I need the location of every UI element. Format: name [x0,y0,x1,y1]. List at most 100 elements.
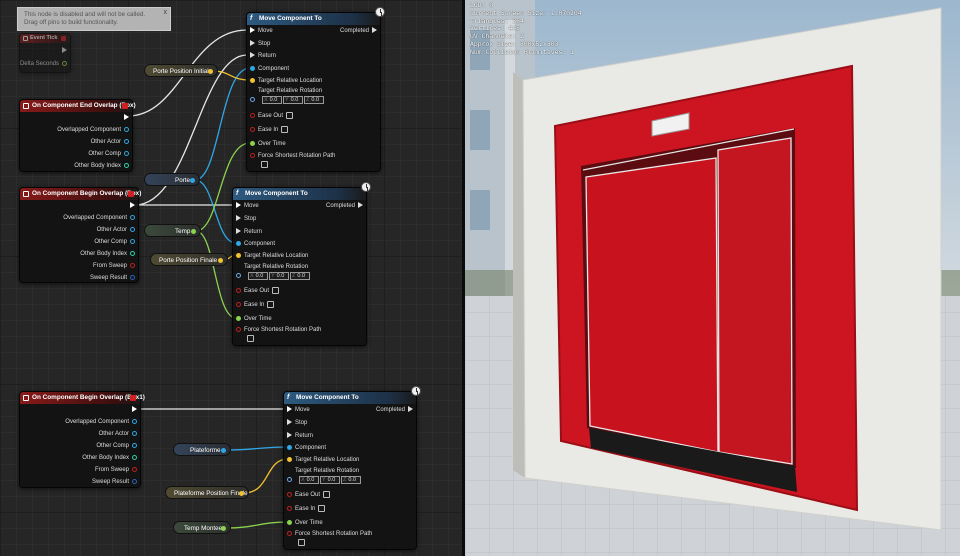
ease-in-pin[interactable]: Ease In [247,126,289,134]
completed-exec-pin[interactable]: Completed [376,406,416,414]
porte-position-finale-getter[interactable]: Porte Position Finale [150,253,228,266]
rotation-z-input[interactable]: Z 0.0 [304,96,324,104]
force-shortest-pin[interactable]: Force Shortest Rotation Path [284,530,372,538]
target-location-pin[interactable]: Target Relative Location [233,252,308,260]
other-actor-pin[interactable]: Other Actor [91,138,132,146]
blueprint-graph[interactable]: This node is disabled and will not be ca… [0,0,462,556]
other-body-index-pin[interactable]: Other Body Index [80,250,138,258]
move-exec-pin[interactable]: Move [233,202,259,210]
on-component-begin-overlap-node[interactable]: On Component Begin Overlap (Box) Overlap… [19,187,141,283]
completed-exec-pin[interactable]: Completed [340,27,380,35]
object-pin-icon[interactable] [190,178,195,183]
target-location-pin[interactable]: Target Relative Location [247,77,322,85]
target-rotation-pin[interactable] [284,476,295,484]
other-body-index-pin[interactable]: Other Body Index [82,454,140,462]
plateforme-position-finale-getter[interactable]: Plateforme Position Finale [165,486,249,499]
target-rotation-pin[interactable] [247,96,258,104]
temp-getter[interactable]: Temp [144,224,201,237]
force-shortest-checkbox[interactable] [247,335,254,342]
float-pin-icon[interactable] [221,526,226,531]
other-actor-pin[interactable]: Other Actor [99,430,140,438]
on-component-begin-overlap-box1-node[interactable]: On Component Begin Overlap (Box1) Overla… [19,391,145,488]
ease-out-checkbox[interactable] [323,491,331,498]
vector-pin-icon[interactable] [239,491,244,496]
ease-out-pin[interactable]: Ease Out [233,287,280,295]
overlapped-component-pin[interactable]: Overlapped Component [57,126,132,134]
axis-value: 0.0 [269,97,278,103]
sweep-result-pin[interactable]: Sweep Result [92,478,140,486]
return-exec-pin[interactable]: Return [233,228,262,236]
delta-seconds-pin[interactable]: Delta Seconds [20,60,70,68]
target-rotation-pin[interactable] [233,272,244,280]
move-component-to-node-2[interactable]: f Move Component To Move Completed Stop … [232,187,367,346]
other-comp-pin[interactable]: Other Comp [94,238,138,246]
component-pin[interactable]: Component [233,240,275,248]
rotation-x-input[interactable]: X 0.0 [299,476,319,484]
object-wire [194,179,237,244]
move-component-to-node-1[interactable]: f Move Component To Move Completed Stop … [246,12,381,172]
rotation-y-input[interactable]: Y 0.0 [269,272,289,280]
over-time-pin[interactable]: Over Time [284,519,323,527]
over-time-pin[interactable]: Over Time [247,140,286,148]
vector-pin-icon[interactable] [218,258,223,263]
overlapped-component-pin[interactable]: Overlapped Component [63,214,138,222]
rotation-y-input[interactable]: Y 0.0 [283,96,303,104]
over-time-pin[interactable]: Over Time [233,315,272,323]
from-sweep-pin[interactable]: From Sweep [95,466,140,474]
return-exec-pin[interactable]: Return [284,432,313,440]
force-shortest-checkbox[interactable] [261,161,268,168]
force-shortest-pin[interactable]: Force Shortest Rotation Path [233,326,321,334]
ease-out-pin[interactable]: Ease Out [284,491,331,499]
exec-out-pin[interactable] [59,47,70,55]
exec-out-pin[interactable] [129,406,140,414]
ease-in-pin[interactable]: Ease In [233,301,275,309]
stop-exec-pin[interactable]: Stop [284,419,307,427]
component-pin[interactable]: Component [247,65,289,73]
force-shortest-checkbox[interactable] [298,539,305,546]
rotation-x-input[interactable]: X 0.0 [248,272,268,280]
ease-out-checkbox[interactable] [272,287,280,294]
from-sweep-pin[interactable]: From Sweep [93,262,138,270]
vector-pin-icon[interactable] [208,69,213,74]
static-mesh-viewport[interactable]: LOD: 0 Current Screen Size: 1.070204 Tri… [465,0,960,556]
other-actor-pin[interactable]: Other Actor [97,226,138,234]
force-shortest-pin[interactable]: Force Shortest Rotation Path [247,152,335,160]
on-component-end-overlap-node[interactable]: On Component End Overlap (Box) Overlappe… [19,99,136,172]
ease-in-checkbox[interactable] [281,126,289,133]
completed-exec-pin[interactable]: Completed [326,202,366,210]
move-exec-pin[interactable]: Move [284,406,310,414]
close-icon[interactable]: x [164,9,168,17]
porte-getter[interactable]: Porte [144,173,200,186]
other-comp-pin[interactable]: Other Comp [96,442,140,450]
pin-label: Other Actor [96,227,127,233]
temp-montee-getter[interactable]: Temp Montee [173,521,231,534]
rotation-z-input[interactable]: Z 0.0 [290,272,310,280]
move-exec-pin[interactable]: Move [247,27,273,35]
return-exec-pin[interactable]: Return [247,52,276,60]
rotation-z-input[interactable]: Z 0.0 [341,476,361,484]
exec-out-pin[interactable] [121,114,132,122]
other-body-index-pin[interactable]: Other Body Index [74,162,132,170]
ease-in-checkbox[interactable] [267,301,275,308]
object-pin-icon[interactable] [221,448,226,453]
ease-out-pin[interactable]: Ease Out [247,112,294,120]
stop-exec-pin[interactable]: Stop [233,215,256,223]
rotation-x-input[interactable]: X 0.0 [262,96,282,104]
ease-out-checkbox[interactable] [286,112,294,119]
target-location-pin[interactable]: Target Relative Location [284,456,359,464]
exec-out-pin[interactable] [127,202,138,210]
ease-in-pin[interactable]: Ease In [284,505,326,513]
other-comp-pin[interactable]: Other Comp [88,150,132,158]
ease-in-checkbox[interactable] [318,505,326,512]
rotation-y-input[interactable]: Y 0.0 [320,476,340,484]
pin-label: Other Body Index [80,251,127,257]
porte-position-initiale-getter[interactable]: Porte Position Initiale [144,64,218,77]
event-tick-node[interactable]: Event Tick Delta Seconds [19,33,71,73]
overlapped-component-pin[interactable]: Overlapped Component [65,418,140,426]
move-component-to-node-3[interactable]: f Move Component To Move Completed Stop … [283,391,417,550]
plateforme-getter[interactable]: Plateforme [173,443,231,456]
component-pin[interactable]: Component [284,444,326,452]
float-pin-icon[interactable] [191,229,196,234]
stop-exec-pin[interactable]: Stop [247,40,270,48]
sweep-result-pin[interactable]: Sweep Result [90,274,138,282]
